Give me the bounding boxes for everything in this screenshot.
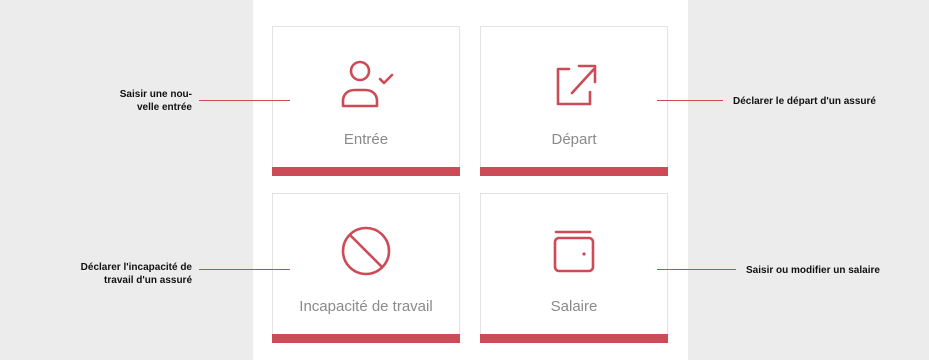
callout-entree: Saisir une nou- velle entrée	[120, 88, 192, 114]
tile-incapacite-accent-bar	[272, 334, 460, 343]
tile-incapacite-label: Incapacité de travail	[299, 298, 433, 315]
wallet-icon	[546, 223, 602, 279]
tile-depart[interactable]: Départ	[480, 26, 668, 176]
tile-salaire-accent-bar	[480, 334, 668, 343]
tile-salaire-label: Salaire	[550, 298, 598, 315]
tile-depart-label: Départ	[551, 131, 597, 148]
leader-line-incapacite	[199, 269, 290, 270]
callout-salaire: Saisir ou modifier un salaire	[746, 265, 880, 276]
callout-depart: Déclarer le départ d'un assuré	[733, 96, 876, 107]
prohibited-icon	[338, 223, 394, 279]
external-link-icon	[546, 56, 602, 112]
tile-depart-accent-bar	[480, 167, 668, 176]
left-side-panel	[0, 0, 253, 360]
leader-line-salaire	[657, 269, 736, 270]
tile-entree-label: Entrée	[343, 131, 389, 148]
callout-incapacite: Déclarer l'incapacité de travail d'un as…	[81, 261, 192, 287]
right-side-panel	[688, 0, 929, 360]
user-check-icon	[338, 56, 394, 112]
tile-entree[interactable]: Entrée	[272, 26, 460, 176]
tile-salaire[interactable]: Salaire	[480, 193, 668, 343]
callout-entree-line-1: Saisir une nou-	[119, 89, 192, 100]
leader-line-depart	[657, 100, 723, 101]
tile-entree-accent-bar	[272, 167, 460, 176]
leader-line-entree	[199, 100, 290, 101]
callout-entree-line-2: velle entrée	[136, 102, 192, 113]
callout-incapacite-line-2: travail d'un assuré	[104, 275, 192, 286]
tile-incapacite[interactable]: Incapacité de travail	[272, 193, 460, 343]
callout-incapacite-line-1: Déclarer l'incapacité de	[80, 262, 192, 273]
